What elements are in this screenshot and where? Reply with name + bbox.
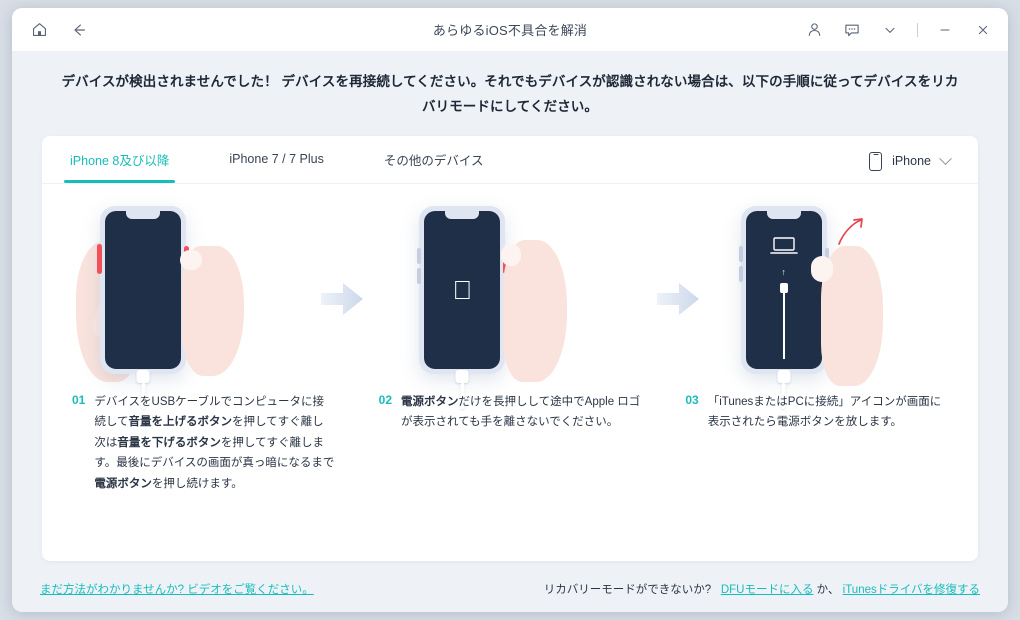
phone-body: 	[417, 205, 509, 374]
phone-notch	[445, 210, 480, 219]
right-arrow-icon	[656, 282, 699, 315]
volume-down-button	[738, 265, 743, 282]
title-bar: あらゆるiOS不具合を解消	[12, 8, 1008, 52]
volume-buttons-highlight-left	[97, 243, 102, 274]
page-title: デバイスが検出されませんでした！ デバイスを再接続してください。それでもデバイス…	[61, 74, 959, 114]
step-number: 01	[72, 392, 86, 407]
illustration-step-1	[42, 184, 307, 414]
step-text: デバイスをUSBケーブルでコンピュータに接続して音量を上げるボタンを押してすぐ離…	[94, 395, 335, 490]
dfu-mode-link[interactable]: DFUモードに入る	[721, 584, 814, 596]
step-number: 02	[378, 392, 393, 407]
step-caption-2: 02 電源ボタンだけを長押しして途中でApple ロゴが表示されても手を離さない…	[357, 392, 664, 494]
step-captions: 01 デバイスをUSBケーブルでコンピュータに接続して音量を上げるボタンを押して…	[42, 392, 978, 494]
phone-screen	[105, 210, 181, 369]
step-caption-1: 01 デバイスをUSBケーブルでコンピュータに接続して音量を上げるボタンを押して…	[50, 392, 357, 494]
volume-down-button	[417, 267, 422, 284]
video-help-link[interactable]: まだ方法がわかりませんか? ビデオをご覧ください。	[40, 584, 314, 596]
chevron-down-icon	[939, 152, 952, 165]
chat-bubble-icon[interactable]	[841, 19, 863, 41]
recovery-mode-question: リカバリーモードができないか?	[543, 584, 712, 596]
footer-right: リカバリーモードができないか? DFUモードに入る か、 iTunesドライバを…	[544, 581, 980, 597]
titlebar-left-controls	[12, 19, 90, 41]
cable-connector	[455, 369, 469, 383]
steps-card: iPhone 8及び以降 iPhone 7 / 7 Plus その他のデバイス …	[42, 135, 978, 561]
minimize-icon[interactable]	[934, 19, 956, 41]
footer-conjunction: か、	[816, 584, 840, 596]
titlebar-divider	[917, 22, 918, 37]
cable-connector	[136, 369, 150, 383]
releasing-fingertip	[810, 255, 833, 282]
tab-other-devices[interactable]: その他のデバイス	[380, 135, 488, 183]
close-icon[interactable]	[972, 19, 994, 41]
arrow-2	[643, 282, 713, 316]
arrow-1	[307, 282, 377, 316]
phone-screen: ↑	[745, 210, 822, 369]
device-selector-value: iPhone	[892, 154, 931, 169]
right-arrow-icon	[321, 282, 364, 315]
phone-body: ↑	[738, 205, 829, 374]
step-number: 03	[685, 392, 699, 407]
up-arrow-icon: ↑	[781, 266, 786, 277]
phone-icon	[869, 151, 883, 171]
release-arrow-icon	[837, 218, 863, 245]
phone-notch	[766, 210, 801, 219]
cable-line-graphic	[782, 288, 785, 359]
tab-iphone8-and-later[interactable]: iPhone 8及び以降	[63, 135, 176, 184]
tab-iphone7[interactable]: iPhone 7 / 7 Plus	[225, 135, 328, 183]
illustration-step-2: 	[377, 184, 642, 414]
illustration-row: 	[42, 184, 978, 414]
footer-left: まだ方法がわかりませんか? ビデオをご覧ください。	[40, 581, 314, 597]
tab-bar: iPhone 8及び以降 iPhone 7 / 7 Plus その他のデバイス …	[42, 136, 978, 184]
itunes-driver-repair-link[interactable]: iTunesドライバを修復する	[843, 584, 980, 596]
volume-up-button	[738, 245, 743, 262]
step-text: 「iTunesまたはPCに接続」アイコンが画面に表示されたら電源ボタンを放します…	[707, 395, 942, 429]
home-icon[interactable]	[28, 19, 50, 41]
computer-icon	[769, 237, 798, 254]
account-icon[interactable]	[803, 19, 825, 41]
illustration-step-3: ↑	[713, 184, 978, 414]
app-window: あらゆるiOS不具合を解消 デバイスが検出されませんでした！ デバイスを再接続し…	[12, 8, 1008, 612]
right-fingertip	[180, 249, 202, 270]
phone-notch	[126, 210, 160, 219]
step-text: 電源ボタンだけを長押しして途中でApple ロゴが表示されても手を離さないでくだ…	[401, 395, 641, 429]
back-arrow-icon[interactable]	[68, 19, 90, 41]
footer: まだ方法がわかりませんか? ビデオをご覧ください。 リカバリーモードができないか…	[12, 566, 1008, 612]
phone-body	[97, 205, 189, 374]
titlebar-right-controls	[803, 19, 994, 41]
apple-logo-icon: 	[453, 277, 473, 303]
volume-up-button	[417, 247, 422, 264]
step-caption-3: 03 「iTunesまたはPCに接続」アイコンが画面に表示されたら電源ボタンを放…	[663, 392, 970, 494]
pressing-fingertip	[501, 243, 522, 266]
phone-screen: 	[424, 210, 501, 369]
cable-connector	[777, 369, 791, 383]
chevron-down-icon[interactable]	[879, 19, 901, 41]
device-selector[interactable]: iPhone	[863, 148, 956, 175]
